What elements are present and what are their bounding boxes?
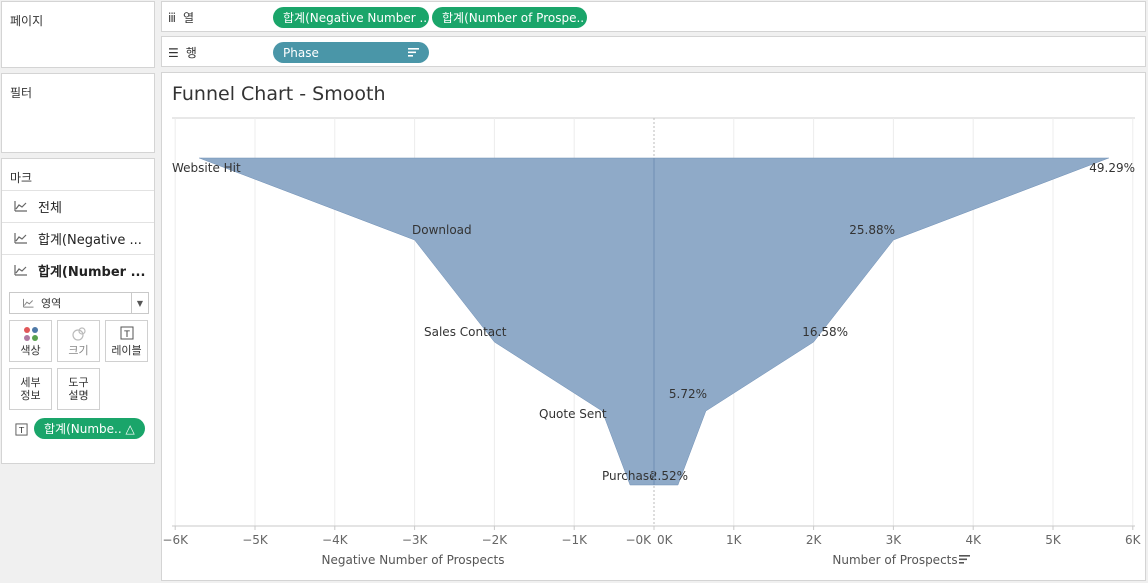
funnel-chart: Website Hit Download Sales Contact Quote Se… — [162, 117, 1142, 567]
marks-row-label: 합계(Number ... — [38, 264, 146, 280]
label-field-pill-text: 합계(Numbe.. △ — [44, 422, 135, 436]
marks-row-label: 전체 — [38, 200, 62, 216]
marks-panel-title: 마크 — [10, 171, 33, 185]
filters-panel-title: 필터 — [10, 86, 33, 100]
right-axis-tick-label: 2K — [806, 533, 823, 547]
filters-panel[interactable]: 필터 — [1, 73, 155, 153]
columns-pill-text: 합계(Number of Prospe.. — [442, 11, 585, 25]
rows-icon: ☰ — [168, 45, 179, 60]
columns-shelf[interactable]: iii 열 합계(Negative Number .. 합계(Number of… — [161, 1, 1146, 32]
right-axis-tick-label: 5K — [1045, 533, 1062, 547]
detail-button[interactable]: 세부 정보 — [9, 368, 52, 410]
marks-row-label: 합계(Negative ... — [38, 232, 142, 248]
percent-label: 16.58% — [802, 325, 848, 339]
category-label: Website Hit — [172, 161, 241, 175]
mark-type-value: 영역 — [41, 297, 62, 310]
left-axis-tick-label: −2K — [482, 533, 509, 547]
columns-shelf-label: iii 열 — [168, 9, 194, 26]
percent-label: 49.29% — [1089, 161, 1135, 175]
color-button-label: 색상 — [20, 344, 41, 357]
area-chart-icon — [14, 265, 27, 276]
label-field-pill[interactable]: 합계(Numbe.. △ — [34, 418, 145, 439]
pages-panel[interactable]: 페이지 — [1, 1, 155, 68]
category-label: Purchase — [602, 469, 657, 483]
left-axis-tick-label: −3K — [402, 533, 429, 547]
right-axis-title: Number of Prospects — [832, 553, 957, 567]
area-chart-icon — [14, 233, 27, 244]
area-chart-icon — [23, 298, 34, 308]
left-axis-tick-label: −1K — [561, 533, 588, 547]
left-axis-title: Negative Number of Prospects — [322, 553, 505, 567]
sort-descending-icon — [408, 48, 419, 57]
rows-shelf[interactable]: ☰ 행 Phase — [161, 36, 1146, 67]
label-button[interactable]: T 레이블 — [105, 320, 148, 362]
rows-label-text: 행 — [185, 46, 197, 60]
viz-pane: Funnel Chart - Smooth Website Hit Downloa… — [161, 72, 1146, 581]
color-palette-icon — [23, 327, 38, 341]
right-axis-tick-label: 4K — [965, 533, 982, 547]
category-label: Download — [412, 223, 472, 237]
sort-bar — [959, 558, 967, 561]
columns-icon: iii — [168, 10, 176, 25]
size-button[interactable]: 크기 — [57, 320, 100, 362]
right-axis-tick-label: 0K — [657, 533, 674, 547]
marks-row-negative[interactable]: 합계(Negative ... — [2, 222, 154, 253]
sort-descending-icon[interactable] — [959, 555, 970, 564]
svg-text:T: T — [123, 330, 130, 340]
columns-pill-text: 합계(Negative Number .. — [283, 11, 428, 25]
left-axis-tick-label: −6K — [162, 533, 189, 547]
left-axis-tick-label: −4K — [322, 533, 349, 547]
sort-bar — [959, 555, 970, 557]
category-label: Quote Sent — [539, 407, 607, 421]
left-axis-tick-label: −0K — [625, 533, 652, 547]
left-axis-tick-label: −5K — [242, 533, 269, 547]
tooltip-button[interactable]: 도구 설명 — [57, 368, 100, 410]
chevron-down-icon[interactable]: ▼ — [131, 293, 148, 313]
rows-pill-text: Phase — [283, 45, 319, 60]
color-button[interactable]: 색상 — [9, 320, 52, 362]
size-icon — [71, 327, 86, 341]
tooltip-button-label-2: 설명 — [68, 389, 89, 402]
marks-row-number[interactable]: 합계(Number ... — [2, 254, 154, 285]
area-chart-icon — [14, 201, 27, 212]
category-label: Sales Contact — [424, 325, 507, 339]
columns-pill-negative[interactable]: 합계(Negative Number .. — [273, 7, 429, 28]
percent-label: 25.88% — [849, 223, 895, 237]
svg-text:T: T — [18, 425, 25, 435]
size-button-label: 크기 — [68, 344, 89, 357]
rows-pill-phase[interactable]: Phase — [273, 42, 429, 63]
columns-pill-number[interactable]: 합계(Number of Prospe.. — [432, 7, 587, 28]
marks-row-all[interactable]: 전체 — [2, 190, 154, 221]
rows-shelf-label: ☰ 행 — [168, 44, 197, 61]
text-label-icon: T — [15, 423, 28, 436]
marks-panel: 마크 전체 합계(Negative ... 합계(Number ... 영역 ▼… — [1, 158, 155, 464]
right-axis-tick-label: 3K — [886, 533, 903, 547]
sort-bar — [959, 562, 964, 564]
columns-label-text: 열 — [183, 11, 195, 25]
detail-button-label-2: 정보 — [20, 389, 41, 402]
detail-button-label-1: 세부 — [20, 376, 41, 389]
label-button-label: 레이블 — [111, 344, 142, 357]
pages-panel-title: 페이지 — [10, 14, 44, 28]
tooltip-button-label-1: 도구 — [68, 376, 89, 389]
right-axis-tick-label: 1K — [726, 533, 743, 547]
percent-label: 2.52% — [650, 469, 688, 483]
percent-label: 5.72% — [669, 387, 707, 401]
mark-type-dropdown[interactable]: 영역 ▼ — [9, 292, 149, 314]
text-label-icon: T — [120, 326, 133, 340]
right-axis-tick-label: 6K — [1125, 533, 1142, 547]
